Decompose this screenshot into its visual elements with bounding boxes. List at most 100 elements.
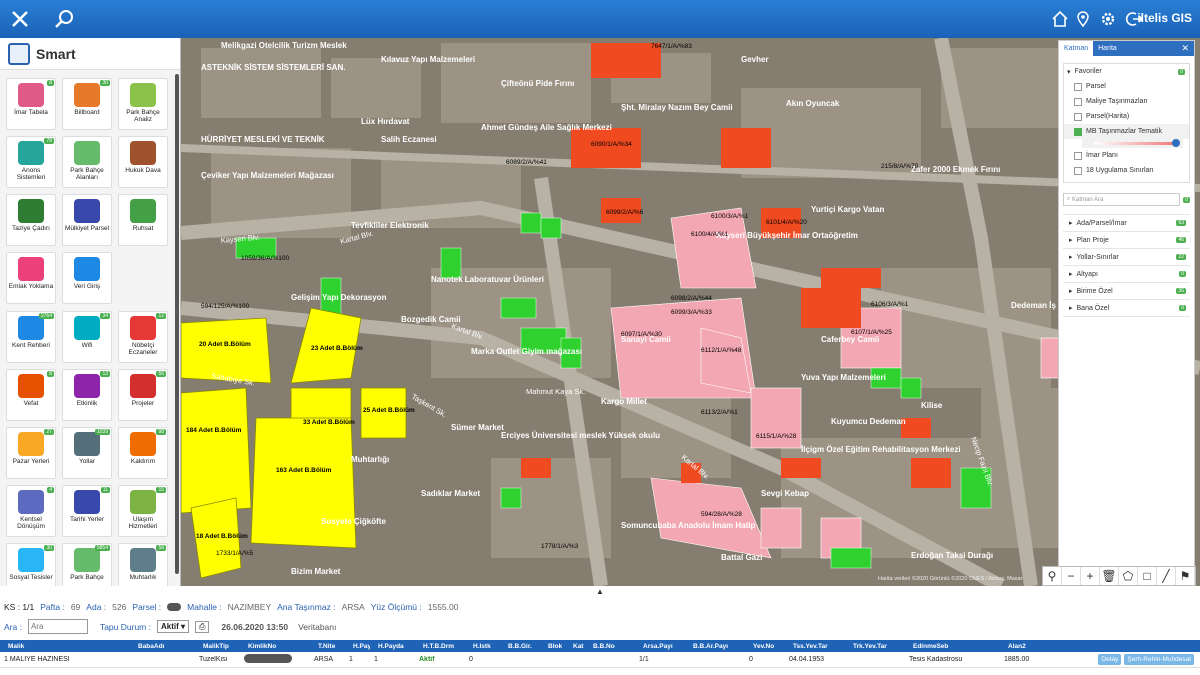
close-icon[interactable] — [6, 0, 34, 38]
zoom-out-button[interactable]: − — [1062, 567, 1081, 585]
layer-item-parsel[interactable]: Parsel — [1064, 79, 1189, 94]
home-icon[interactable] — [1050, 0, 1070, 38]
opacity-slider[interactable] — [1082, 139, 1183, 148]
map-poi-label: Erdoğan Taksi Durağı — [911, 551, 993, 560]
column-header[interactable]: H.T.B.Drm — [415, 643, 465, 650]
map-canvas[interactable]: Melikgazi Otelcilik Turizm Meslek ASTEKNİ… — [181, 38, 1200, 586]
layer-item-imar[interactable]: İmar Planı — [1064, 148, 1189, 163]
layer-group[interactable]: ▸ Ada/Parsel/İmar 63 — [1063, 215, 1190, 232]
checkbox-checked[interactable] — [1074, 127, 1082, 136]
smart-tile[interactable]: Mülkiyet Parsel — [62, 194, 112, 246]
smart-tile[interactable]: Ulaşım Hizmetleri 15 — [118, 485, 168, 537]
layer-item-parsel-harita[interactable]: Parsel(Harita) — [1064, 109, 1189, 124]
column-header[interactable]: B.B.No — [585, 643, 635, 650]
layer-item-maliye[interactable]: Maliye Taşınmazları — [1064, 94, 1189, 109]
column-header[interactable]: H.Pay — [345, 643, 370, 650]
square-icon[interactable]: □ — [1138, 567, 1157, 585]
smart-tile[interactable]: Hukuk Dava — [118, 136, 168, 188]
location-settings-icon[interactable] — [1074, 0, 1094, 38]
checkbox[interactable] — [1074, 97, 1082, 106]
tab-harita[interactable]: Harita — [1093, 41, 1122, 56]
column-header[interactable]: H.Istk — [465, 643, 500, 650]
column-header[interactable]: Kat — [565, 643, 585, 650]
column-header[interactable]: Alan2 — [1000, 643, 1030, 650]
column-header[interactable]: B.B.Gir. — [500, 643, 540, 650]
map-view[interactable]: Melikgazi Otelcilik Turizm Meslek ASTEKNİ… — [181, 38, 1200, 586]
column-header[interactable]: Blok — [540, 643, 565, 650]
column-header[interactable]: B.B.Ar.Payı — [685, 643, 745, 650]
column-header[interactable]: KimlikNo — [240, 643, 310, 650]
layer-item-uygulama[interactable]: 18 Uygulama Sınırları — [1064, 163, 1189, 178]
column-header[interactable]: Malik — [0, 643, 130, 650]
smart-tile[interactable]: Park Bahçe Analiz — [118, 78, 168, 130]
gear-icon[interactable] — [1098, 0, 1118, 38]
zoom-in-button[interactable]: + — [1081, 567, 1100, 585]
table-cell: TuzelKisi — [199, 656, 228, 663]
tile-label: Sosyal Tesisler — [9, 574, 53, 581]
smart-tile[interactable]: Etkinlik 13 — [62, 369, 112, 421]
smart-tile[interactable]: Kent Rehberi 2764 — [6, 311, 56, 363]
smart-tile[interactable]: Anons Sistemleri 78 — [6, 136, 56, 188]
smart-tile[interactable]: Park Bahçe Alanları — [62, 136, 112, 188]
line-icon[interactable]: ╱ — [1157, 567, 1176, 585]
smart-tile[interactable]: Projeler 56 — [118, 369, 168, 421]
tile-label: Veri Giriş — [73, 283, 101, 290]
trash-icon[interactable]: 🗑 — [1100, 567, 1119, 585]
layer-group[interactable]: ▸ Bana Özel 0 — [1063, 300, 1190, 317]
layer-item-mb-tematik[interactable]: MB Taşınmazlar Tematik — [1064, 124, 1189, 139]
favorites-header[interactable]: ▾ Favoriler 0 — [1064, 64, 1189, 79]
close-icon[interactable]: ✕ — [1176, 41, 1194, 56]
smart-tile[interactable]: Kaldırım 98 — [118, 427, 168, 479]
checkbox[interactable] — [1074, 166, 1082, 175]
layer-group[interactable]: ▸ Altyapı 0 — [1063, 266, 1190, 283]
smart-tile[interactable]: Billboard 30 — [62, 78, 112, 130]
column-header[interactable]: Arsa.Payı — [635, 643, 685, 650]
column-header[interactable]: Tss.Yev.Tar — [785, 643, 845, 650]
layer-search-input[interactable]: ⌕ Katman Ara — [1063, 193, 1181, 206]
smart-tile[interactable]: Kentsel Dönüşüm 4 — [6, 485, 56, 537]
smart-tile[interactable]: Wifi 34 — [62, 311, 112, 363]
smart-tile[interactable]: Veri Giriş — [62, 252, 112, 304]
collapse-arrow-icon[interactable]: ▲ — [596, 587, 604, 596]
column-header[interactable]: T.Nite — [310, 643, 345, 650]
layer-group[interactable]: ▸ Plan Proje 46 — [1063, 232, 1190, 249]
smart-tile[interactable]: İmar Tabela 8 — [6, 78, 56, 130]
layer-group[interactable]: ▸ Birime Özel 36 — [1063, 283, 1190, 300]
smart-tile[interactable]: Nöbetçi Eczaneler 12 — [118, 311, 168, 363]
column-header[interactable]: Yev.No — [745, 643, 785, 650]
smart-tile[interactable]: Ruhsat — [118, 194, 168, 246]
smart-tile[interactable]: Emlak Yoklama — [6, 252, 56, 304]
pentagon-icon[interactable]: ⬠ — [1119, 567, 1138, 585]
smart-title: Smart — [36, 45, 76, 62]
checkbox[interactable] — [1074, 82, 1082, 91]
serh-rehin-button[interactable]: Şerh-Rehin-Muhdesat — [1124, 654, 1194, 665]
location-pin-icon[interactable]: ⚲ — [1043, 567, 1062, 585]
tile-badge: 4 — [47, 487, 54, 493]
column-header[interactable]: EdinmeSeb — [905, 643, 1000, 650]
tapu-durum-select[interactable]: Aktif ▾ — [156, 620, 190, 633]
tile-label: Anons Sistemleri — [16, 167, 46, 181]
column-header[interactable]: BabaAdı — [130, 643, 195, 650]
detay-button[interactable]: Detay — [1098, 654, 1122, 665]
checkbox[interactable] — [1074, 112, 1082, 121]
smart-tile[interactable]: Yollar 1039 — [62, 427, 112, 479]
tile-label: Hukuk Dava — [125, 167, 161, 174]
column-header[interactable]: H.Payda — [370, 643, 415, 650]
map-poi-label: Battal Gazi — [721, 553, 762, 562]
smart-tile[interactable]: Vefat 8 — [6, 369, 56, 421]
panel-scrollbar[interactable] — [175, 74, 179, 574]
search-zoom-icon[interactable] — [50, 0, 78, 38]
marker-icon[interactable]: ⚑ — [1176, 567, 1195, 585]
column-header[interactable]: MalikTip — [195, 643, 240, 650]
ara-input[interactable] — [27, 619, 88, 634]
tile-badge: 15 — [156, 487, 166, 493]
print-icon[interactable]: ⎙ — [195, 620, 210, 633]
layer-group[interactable]: ▸ Yollar-Sınırlar 22 — [1063, 249, 1190, 266]
smart-tile[interactable]: Taziye Çadırı — [6, 194, 56, 246]
tab-katman[interactable]: Katman — [1059, 41, 1094, 56]
table-row[interactable]: 1 MALİYE HAZİNESİ TuzelKisi ARSA 1 1 Aktif 0 1/… — [0, 652, 1200, 668]
column-header[interactable]: Trk.Yev.Tar — [845, 643, 905, 650]
checkbox[interactable] — [1074, 151, 1082, 160]
smart-tile[interactable]: Pazar Yerleri 27 — [6, 427, 56, 479]
smart-tile[interactable]: Tarihi Yerler 11 — [62, 485, 112, 537]
